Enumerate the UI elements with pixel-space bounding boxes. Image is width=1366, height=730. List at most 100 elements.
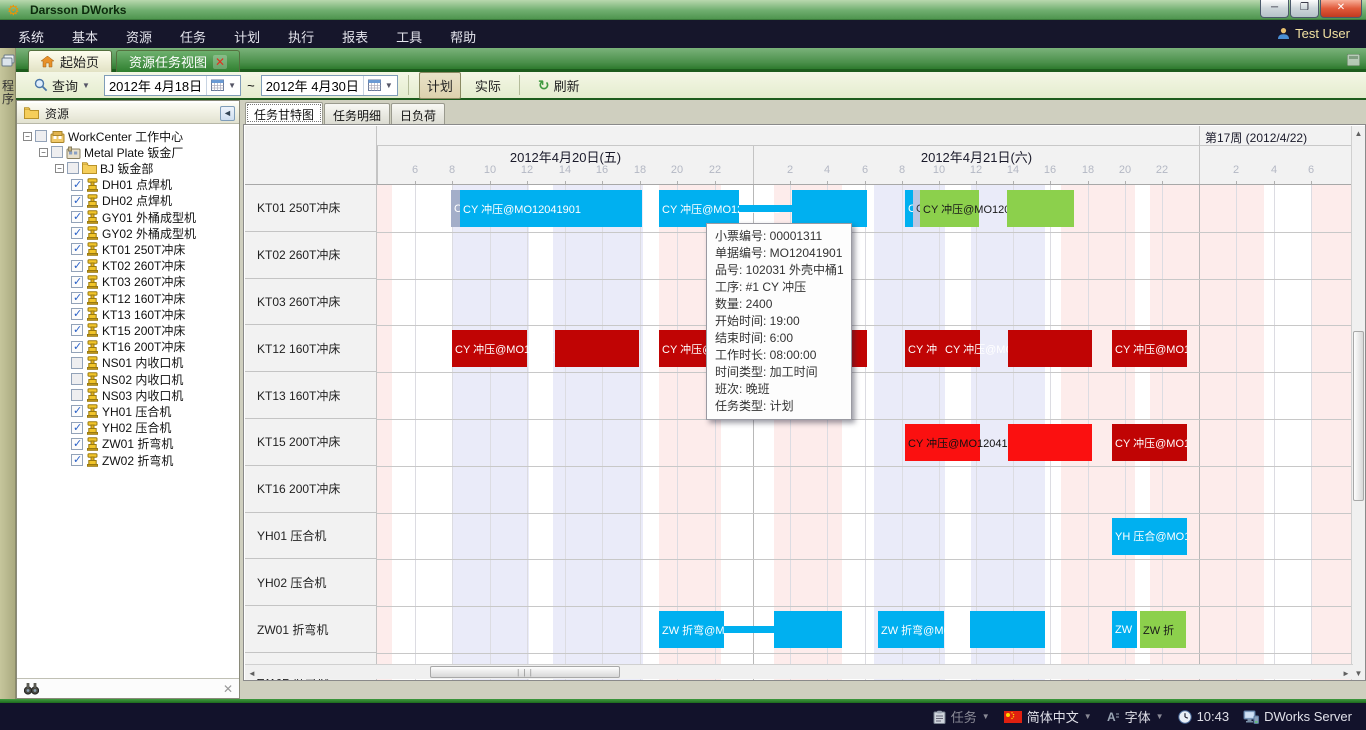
task-bar[interactable]: YH 压合@MO1 <box>1112 518 1187 555</box>
tree-item[interactable]: KT16 200T冲床 <box>71 339 185 355</box>
view-tab[interactable]: 任务甘特图 <box>245 102 323 124</box>
horizontal-scrollbar[interactable]: ◄ | | | ► <box>245 664 1353 679</box>
task-bar[interactable] <box>1008 330 1092 367</box>
task-bar[interactable] <box>970 611 1045 648</box>
tree-item[interactable]: YH01 压合机 <box>71 403 171 419</box>
tree-checkbox[interactable] <box>71 324 83 336</box>
tree-checkbox[interactable] <box>71 179 83 191</box>
side-rail-label[interactable]: 程序 <box>1 80 15 106</box>
tree-item[interactable]: NS02 内收口机 <box>71 371 183 387</box>
tree-expander-icon[interactable]: − <box>23 132 32 141</box>
tree-item[interactable]: KT03 260T冲床 <box>71 274 185 290</box>
tree-item[interactable]: DH01 点焊机 <box>71 177 172 193</box>
task-bar[interactable]: CY 冲压@MO12041904 <box>942 330 980 367</box>
tree-item[interactable]: −BJ 钣金部 <box>55 160 153 176</box>
task-bar[interactable]: ZW 折 <box>1140 611 1186 648</box>
tree-checkbox[interactable] <box>67 162 79 174</box>
task-bar[interactable]: CY 冲压@MO12041901 <box>659 190 739 227</box>
date-to-dropdown-icon[interactable]: ▼ <box>385 81 393 90</box>
task-bar[interactable]: CY 冲压@MO12041903 <box>905 424 980 461</box>
task-bar[interactable]: ZW <box>1112 611 1137 648</box>
actual-toggle-button[interactable]: 实际 <box>467 72 509 99</box>
scroll-down-icon[interactable]: ▼ <box>1352 669 1365 678</box>
tree-checkbox[interactable] <box>71 227 83 239</box>
tree-item[interactable]: YH02 压合机 <box>71 420 171 436</box>
tree-checkbox[interactable] <box>71 276 83 288</box>
task-bar[interactable]: C <box>905 190 913 227</box>
tree-expander-icon[interactable]: − <box>39 148 48 157</box>
tree-checkbox[interactable] <box>71 260 83 272</box>
task-bar[interactable]: CY 冲压@MO1 <box>1112 424 1187 461</box>
date-to-picker[interactable]: 2012年 4月30日 ▼ <box>261 75 398 96</box>
task-bar[interactable] <box>774 611 842 648</box>
tree-item[interactable]: KT13 160T冲床 <box>71 306 185 322</box>
status-item-flag[interactable]: 简体中文▼ <box>1004 707 1092 726</box>
query-button[interactable]: 查询 ▼ <box>26 72 98 99</box>
task-bar[interactable]: ZW 折弯@MO12041901 <box>659 611 724 648</box>
task-bar[interactable]: C <box>913 190 920 227</box>
tree-checkbox[interactable] <box>71 405 83 417</box>
tree-item[interactable]: KT01 250T冲床 <box>71 241 185 257</box>
status-item-font[interactable]: A字体▼ <box>1106 707 1164 726</box>
status-dropdown-icon[interactable]: ▼ <box>1084 712 1092 721</box>
task-bar[interactable]: ZW 折弯@MO12041901 <box>878 611 944 648</box>
tree-item[interactable]: KT15 200T冲床 <box>71 322 185 338</box>
tree-item[interactable]: ZW01 折弯机 <box>71 436 173 452</box>
task-bar[interactable] <box>1007 190 1074 227</box>
task-bar[interactable]: CY 冲压@MO12041902 <box>920 190 979 227</box>
tree-checkbox[interactable] <box>71 195 83 207</box>
tree-item[interactable]: −WorkCenter 工作中心 <box>23 128 183 144</box>
plan-toggle-button[interactable]: 计划 <box>419 72 461 99</box>
close-button[interactable]: ✕ <box>1320 0 1362 18</box>
status-item-tasks[interactable]: 任务▼ <box>933 707 990 726</box>
tree-checkbox[interactable] <box>71 422 83 434</box>
tree-item[interactable]: GY01 外桶成型机 <box>71 209 196 225</box>
task-bar[interactable]: CY 冲压@MO12041901 <box>460 190 642 227</box>
tree-item[interactable]: ZW02 折弯机 <box>71 452 173 468</box>
tree-item[interactable]: KT12 160T冲床 <box>71 290 185 306</box>
tree-checkbox[interactable] <box>35 130 47 142</box>
tab-resource-task-view[interactable]: 资源任务视图 ✕ <box>116 50 240 72</box>
view-tab[interactable]: 任务明细 <box>324 103 390 124</box>
programs-icon[interactable] <box>1 54 15 68</box>
tab-home[interactable]: 起始页 <box>28 50 112 72</box>
tree-item[interactable]: KT02 260T冲床 <box>71 258 185 274</box>
tree-item[interactable]: DH02 点焊机 <box>71 193 172 209</box>
task-bar[interactable] <box>1008 424 1092 461</box>
task-bar-connector[interactable] <box>739 205 792 212</box>
find-binoculars-icon[interactable] <box>24 682 39 695</box>
collapse-panel-button[interactable]: ◄ <box>220 106 235 121</box>
tree-checkbox[interactable] <box>71 341 83 353</box>
minimize-button[interactable]: ─ <box>1260 0 1289 18</box>
tree-item[interactable]: −Metal Plate 钣金厂 <box>39 144 183 160</box>
tree-item[interactable]: NS01 内收口机 <box>71 355 183 371</box>
task-bar[interactable]: CY 冲 <box>905 330 942 367</box>
vertical-scrollbar[interactable]: ▲ ▼ <box>1351 126 1365 681</box>
tree-checkbox[interactable] <box>51 146 63 158</box>
tree-item[interactable]: NS03 内收口机 <box>71 387 183 403</box>
tree-checkbox[interactable] <box>71 308 83 320</box>
tree-checkbox[interactable] <box>71 454 83 466</box>
clear-filter-icon[interactable]: ✕ <box>223 682 233 696</box>
tree-checkbox[interactable] <box>71 373 83 385</box>
status-dropdown-icon[interactable]: ▼ <box>982 712 990 721</box>
tree-checkbox[interactable] <box>71 389 83 401</box>
tree-checkbox[interactable] <box>71 438 83 450</box>
vertical-scroll-thumb[interactable] <box>1353 331 1364 501</box>
window-list-icon[interactable] <box>1347 54 1360 66</box>
tree-checkbox[interactable] <box>71 292 83 304</box>
task-bar[interactable]: CY 冲压@MO12041904 <box>452 330 527 367</box>
scroll-right-icon[interactable]: ► <box>1341 669 1351 678</box>
tab-close-icon[interactable]: ✕ <box>213 55 227 69</box>
horizontal-scroll-thumb[interactable]: | | | <box>430 666 620 678</box>
restore-button[interactable]: ❐ <box>1290 0 1319 18</box>
status-item-clock[interactable]: 10:43 <box>1178 709 1230 724</box>
task-bar[interactable]: C <box>451 190 460 227</box>
tree-item[interactable]: GY02 外桶成型机 <box>71 225 196 241</box>
tree-checkbox[interactable] <box>71 211 83 223</box>
scroll-up-icon[interactable]: ▲ <box>1352 129 1365 138</box>
date-from-dropdown-icon[interactable]: ▼ <box>228 81 236 90</box>
date-from-picker[interactable]: 2012年 4月18日 ▼ <box>104 75 241 96</box>
view-tab[interactable]: 日负荷 <box>391 103 445 124</box>
scroll-left-icon[interactable]: ◄ <box>247 669 257 678</box>
